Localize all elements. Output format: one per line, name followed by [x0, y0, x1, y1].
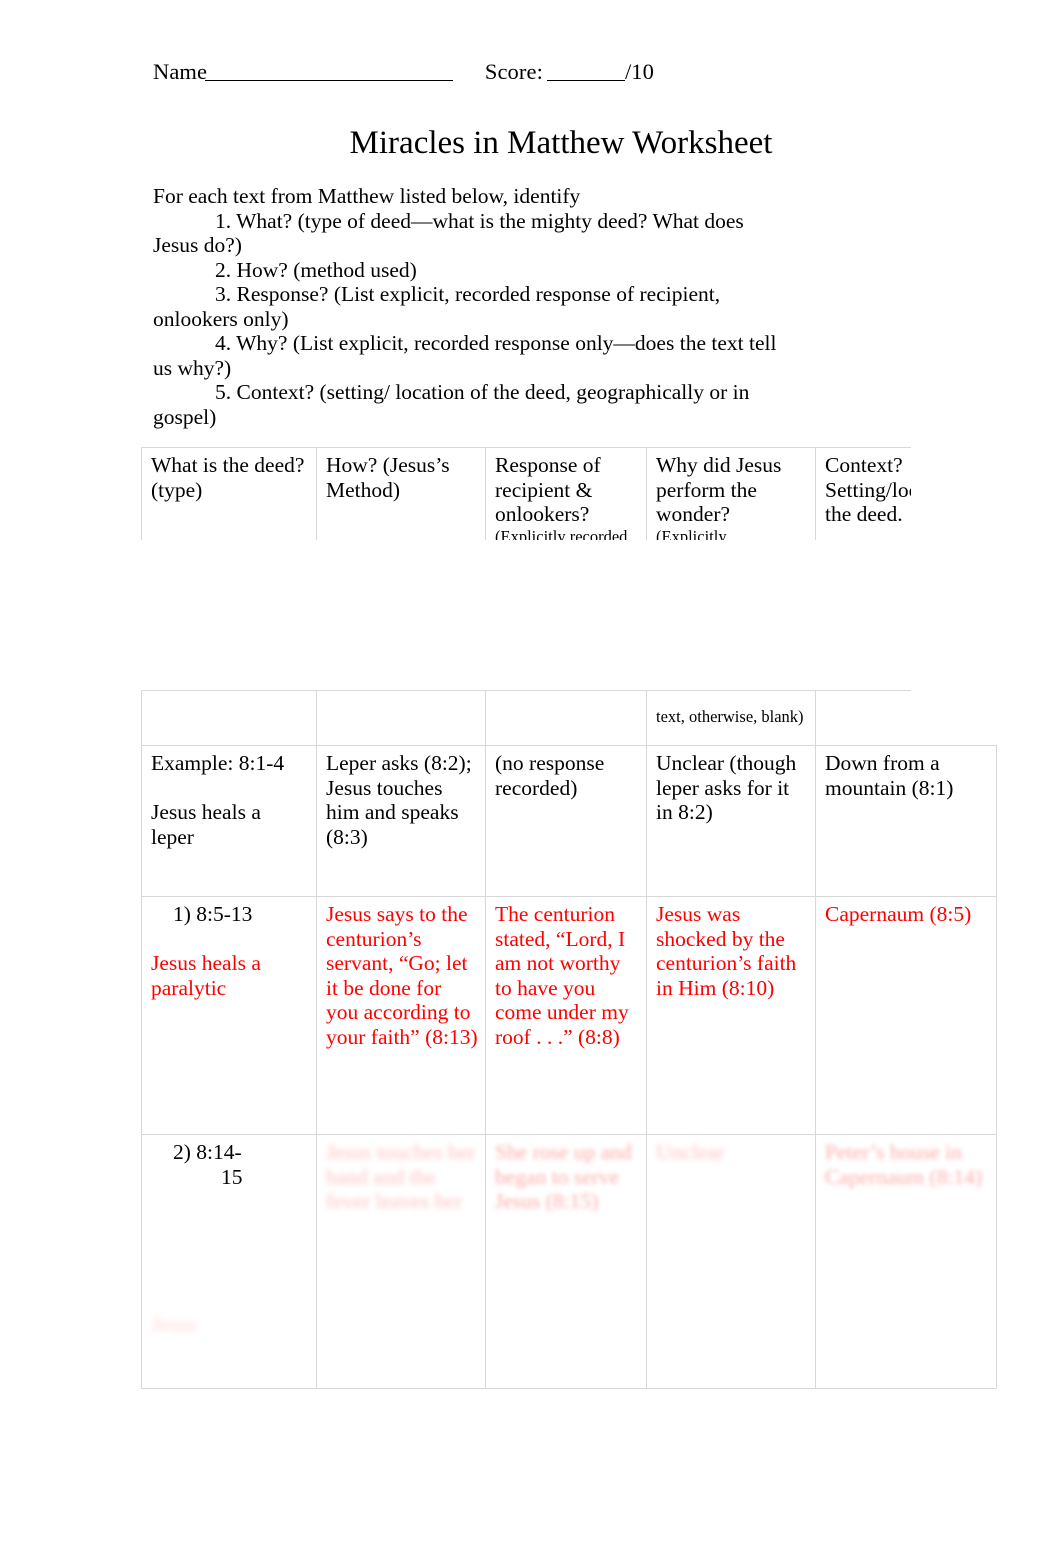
row-example-cell-response[interactable]: (no response recorded): [485, 745, 647, 897]
worksheet-table-body: Example: 8:1-4 Jesus heals a leper Leper…: [141, 745, 997, 1389]
row-example-cell-context[interactable]: Down from a mountain (8:1): [815, 745, 997, 897]
row-2-cell-what[interactable]: 2) 8:14- 15 Jesus: [141, 1134, 317, 1389]
instruction-item-2: 2. How? (method used): [215, 257, 417, 282]
continuation-cell-how: [316, 690, 486, 747]
instruction-item-4: 4. Why? (List explicit, recorded respons…: [153, 331, 777, 380]
row-example-deed: Jesus heals a leper: [151, 800, 261, 849]
row-example-reference: Example: 8:1-4: [151, 751, 285, 775]
table-body-fragment: Example: 8:1-4 Jesus heals a leper Leper…: [141, 745, 997, 1389]
row-2-cell-why[interactable]: Unclear: [646, 1134, 816, 1389]
row-1-deed: Jesus heals a paralytic: [151, 951, 261, 1000]
table-header-cell-what: What is the deed? (type): [141, 447, 317, 540]
table-header-what: What is the deed? (type): [151, 453, 305, 502]
row-example-cell-what[interactable]: Example: 8:1-4 Jesus heals a leper: [141, 745, 317, 897]
row-1-response: The centurion stated, “Lord, I am not wo…: [495, 902, 629, 1049]
name-label: Name: [153, 59, 208, 84]
row-1-cell-context[interactable]: Capernaum (8:5): [815, 896, 997, 1135]
worksheet-table-header-continued: text, otherwise, blank): [141, 690, 911, 747]
table-header-continuation-fragment: text, otherwise, blank): [141, 690, 911, 747]
page-title: Miracles in Matthew Worksheet: [349, 125, 773, 161]
table-header-cell-response: Response of recipient & onlookers? (Expl…: [485, 447, 647, 541]
row-2-reference: 2) 8:14-: [173, 1140, 242, 1164]
name-score-line: Name Score: /10: [153, 58, 654, 86]
table-header-response: Response of recipient & onlookers?: [495, 453, 601, 526]
row-2-how: Jesus touches her hand and the fever lea…: [326, 1140, 476, 1213]
continuation-how: [326, 692, 478, 708]
row-2-reference-wrap: 15: [221, 1164, 243, 1189]
row-1-reference: 1) 8:5-13: [173, 902, 253, 926]
score-blank-rule: [546, 80, 625, 81]
name-blank-rule: [205, 80, 454, 81]
row-1-cell-how[interactable]: Jesus says to the centurion’s servant, “…: [316, 896, 486, 1135]
row-example-why: Unclear (though leper asks for it in 8:2…: [656, 751, 797, 824]
table-header-how: How? (Jesus’s Method): [326, 453, 450, 502]
table-header-continuation-row: text, otherwise, blank): [141, 690, 911, 747]
instructions-block: For each text from Matthew listed below,…: [153, 184, 793, 429]
worksheet-page: Name Score: /10 Miracles in Matthew Works…: [0, 0, 1062, 1561]
score-label: Score:: [484, 59, 543, 84]
table-header-why-sub: (Explicitly: [656, 526, 727, 541]
row-example-how: Leper asks (8:2); Jesus touches him and …: [326, 751, 472, 849]
instruction-item-1: 1. What? (type of deed—what is the might…: [153, 208, 744, 258]
table-header-fragment: What is the deed? (type) How? (Jesus’s M…: [141, 447, 911, 540]
row-1-context: Capernaum (8:5): [825, 902, 972, 926]
continuation-cell-why: text, otherwise, blank): [646, 690, 816, 747]
table-header-row: What is the deed? (type) How? (Jesus’s M…: [141, 447, 911, 541]
score-total: /10: [624, 59, 655, 84]
row-2-response: She rose up and began to serve Jesus (8:…: [495, 1140, 632, 1213]
row-example-cell-why[interactable]: Unclear (though leper asks for it in 8:2…: [646, 745, 816, 897]
table-header-cell-context: Context? Setting/location of the deed.: [815, 447, 911, 540]
row-1-cell-what[interactable]: 1) 8:5-13 Jesus heals a paralytic: [141, 896, 317, 1135]
continuation-what: [151, 692, 309, 708]
continuation-cell-response: [485, 690, 647, 747]
instruction-item-5: 5. Context? (setting/ location of the de…: [153, 380, 750, 429]
row-1-cell-response[interactable]: The centurion stated, “Lord, I am not wo…: [485, 896, 647, 1135]
table-row: 1) 8:5-13 Jesus heals a paralytic Jesus …: [141, 896, 997, 1135]
table-row: Example: 8:1-4 Jesus heals a leper Leper…: [141, 745, 997, 897]
row-example-cell-how[interactable]: Leper asks (8:2); Jesus touches him and …: [316, 745, 486, 897]
table-header-why: Why did Jesus perform the wonder?: [656, 453, 782, 526]
continuation-cell-context: [815, 690, 911, 747]
continuation-response: [495, 692, 639, 708]
row-2-cell-response[interactable]: She rose up and began to serve Jesus (8:…: [485, 1134, 647, 1389]
row-1-why: Jesus was shocked by the centurion’s fai…: [656, 902, 797, 1000]
row-2-cell-context[interactable]: Peter’s house in Capernaum (8:14): [815, 1134, 997, 1389]
row-2-deed: Jesus: [151, 1311, 197, 1336]
continuation-why: text, otherwise, blank): [656, 707, 804, 726]
row-2-why: Unclear: [656, 1140, 725, 1164]
table-header-response-sub: (Explicitly recorded in: [495, 526, 628, 541]
row-example-context: Down from a mountain (8:1): [825, 751, 954, 800]
table-header-cell-how: How? (Jesus’s Method): [316, 447, 486, 540]
table-header-context: Context? Setting/location of the deed.: [825, 453, 911, 526]
worksheet-table-header: What is the deed? (type) How? (Jesus’s M…: [141, 447, 911, 540]
row-1-how: Jesus says to the centurion’s servant, “…: [326, 902, 478, 1049]
row-2-cell-how[interactable]: Jesus touches her hand and the fever lea…: [316, 1134, 486, 1389]
instructions-lead: For each text from Matthew listed below,…: [153, 184, 581, 208]
continuation-cell-what: [141, 690, 317, 747]
instruction-item-3: 3. Response? (List explicit, recorded re…: [153, 282, 721, 331]
row-example-response: (no response recorded): [495, 751, 605, 800]
row-1-cell-why[interactable]: Jesus was shocked by the centurion’s fai…: [646, 896, 816, 1135]
continuation-context: [825, 692, 911, 708]
table-row: 2) 8:14- 15 Jesus Jesus touches her hand…: [141, 1134, 997, 1389]
table-header-cell-why: Why did Jesus perform the wonder? (Expli…: [646, 447, 816, 541]
row-2-context: Peter’s house in Capernaum (8:14): [825, 1140, 983, 1189]
